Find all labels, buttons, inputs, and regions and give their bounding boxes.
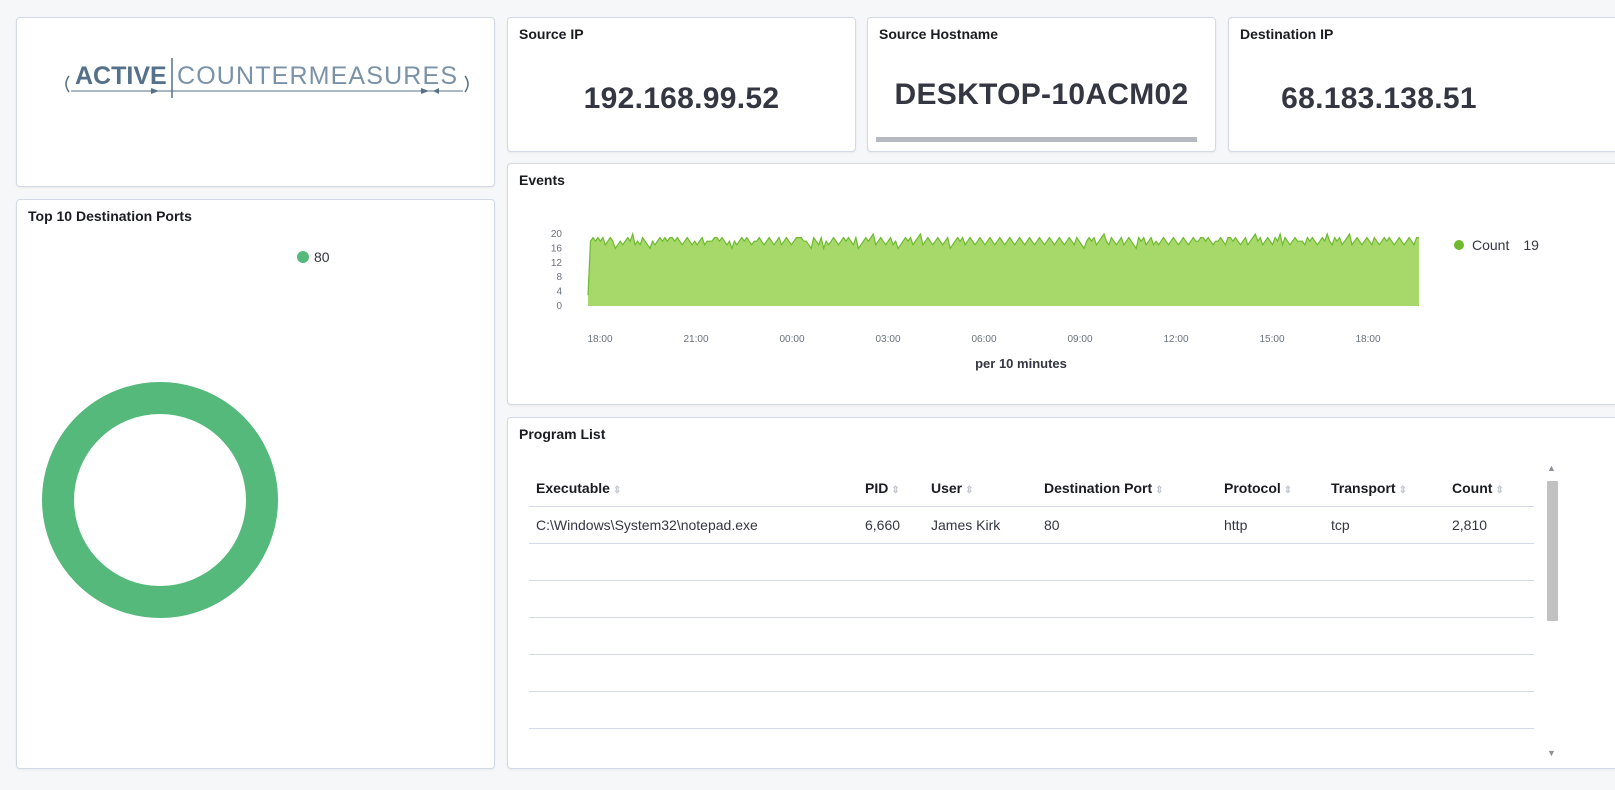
logo-light-text: COUNTERMEASURES (177, 62, 457, 90)
source-ip-value: 192.168.99.52 (583, 82, 780, 115)
events-legend-value: 19 (1523, 237, 1539, 253)
events-panel: Events 0 4 8 12 16 20 18:00 21:00 00:00 03:00 06:… (507, 163, 1615, 405)
x-tick-label: 09:00 (1067, 334, 1092, 345)
scrollbar-thumb[interactable] (1547, 481, 1558, 621)
table-row-empty (529, 654, 1534, 692)
table-header-row: Executable ⇕ PID ⇕ User ⇕ Destination Port ⇕… (529, 470, 1534, 507)
column-header-protocol[interactable]: Protocol ⇕ (1224, 470, 1331, 507)
sort-icon[interactable]: ⇕ (613, 485, 621, 496)
program-list-panel: Program List Executable ⇕ PID ⇕ User ⇕ Dest… (507, 417, 1615, 769)
column-header-destination-port[interactable]: Destination Port ⇕ (1044, 470, 1224, 507)
logo-bold-text: ACTIVE (75, 62, 167, 90)
table-scrollbar[interactable]: ▲ ▼ (1544, 463, 1560, 758)
logo-panel: ACTIVE COUNTERMEASURES (16, 17, 495, 187)
sort-icon[interactable]: ⇕ (1495, 485, 1503, 496)
table-row[interactable]: C:\Windows\System32\notepad.exe 6,660 Ja… (529, 506, 1534, 544)
y-tick-label: 20 (551, 229, 563, 240)
program-table: Executable ⇕ PID ⇕ User ⇕ Destination Port ⇕… (529, 470, 1534, 729)
source-hostname-label: Source Hostname (879, 26, 999, 42)
table-row-empty (529, 580, 1534, 618)
hostname-scrollbar[interactable] (876, 137, 1197, 142)
sort-icon[interactable]: ⇕ (1399, 485, 1407, 496)
cell-user: James Kirk (931, 506, 1044, 544)
sort-icon[interactable]: ⇕ (1284, 485, 1292, 496)
sort-icon[interactable]: ⇕ (1155, 485, 1163, 496)
y-tick-label: 16 (551, 243, 563, 254)
cell-protocol: http (1224, 506, 1331, 544)
y-tick-label: 0 (556, 301, 562, 312)
x-tick-label: 00:00 (779, 334, 804, 345)
cell-transport: tcp (1331, 506, 1452, 544)
source-ip-panel: Source IP 192.168.99.52 (507, 17, 856, 152)
ports-donut-chart (42, 382, 278, 618)
scroll-down-icon[interactable]: ▼ (1547, 748, 1556, 758)
sort-icon[interactable]: ⇕ (891, 485, 899, 496)
active-countermeasures-logo: ACTIVE COUNTERMEASURES (65, 58, 469, 98)
ports-title: Top 10 Destination Ports (28, 208, 192, 224)
column-header-transport[interactable]: Transport ⇕ (1331, 470, 1452, 507)
scroll-up-icon[interactable]: ▲ (1547, 463, 1556, 473)
x-tick-label: 12:00 (1163, 334, 1188, 345)
x-tick-label: 18:00 (1355, 334, 1380, 345)
column-header-count[interactable]: Count ⇕ (1452, 470, 1534, 507)
legend-dot-icon (297, 251, 309, 263)
events-legend-label: Count (1472, 237, 1510, 253)
sort-icon[interactable]: ⇕ (965, 485, 973, 496)
events-area (588, 234, 1419, 306)
events-chart: 0 4 8 12 16 20 18:00 21:00 00:00 03:00 06:00 09:00… (551, 229, 1419, 371)
table-row-empty (529, 691, 1534, 729)
ports-panel: Top 10 Destination Ports 80 (16, 199, 495, 769)
destination-ip-value: 68.183.138.51 (1281, 82, 1477, 115)
program-list-title: Program List (519, 426, 606, 442)
cell-executable: C:\Windows\System32\notepad.exe (529, 506, 865, 544)
legend-dot-icon (1454, 240, 1464, 250)
ports-legend-item[interactable]: 80 (297, 249, 330, 265)
destination-ip-panel: Destination IP 68.183.138.51 (1228, 17, 1615, 152)
column-header-user[interactable]: User ⇕ (931, 470, 1044, 507)
table-row-empty (529, 617, 1534, 655)
source-hostname-panel: Source Hostname DESKTOP-10ACM02 (867, 17, 1216, 152)
x-tick-label: 03:00 (875, 334, 900, 345)
y-tick-label: 8 (556, 272, 562, 283)
x-tick-label: 15:00 (1259, 334, 1284, 345)
events-xlabel: per 10 minutes (975, 356, 1067, 371)
x-tick-label: 21:00 (683, 334, 708, 345)
table-row-empty (529, 543, 1534, 581)
x-tick-label: 18:00 (587, 334, 612, 345)
donut-slice-80[interactable] (42, 382, 278, 618)
cell-destination-port: 80 (1044, 506, 1224, 544)
ports-legend-label: 80 (314, 249, 330, 265)
y-tick-label: 4 (556, 287, 562, 298)
source-ip-label: Source IP (519, 26, 584, 42)
column-header-executable[interactable]: Executable ⇕ (529, 470, 865, 507)
y-tick-label: 12 (551, 258, 563, 269)
cell-count: 2,810 (1452, 506, 1534, 544)
cell-pid: 6,660 (865, 506, 931, 544)
x-tick-label: 06:00 (971, 334, 996, 345)
column-header-pid[interactable]: PID ⇕ (865, 470, 931, 507)
source-hostname-value: DESKTOP-10ACM02 (894, 78, 1189, 111)
destination-ip-label: Destination IP (1240, 26, 1334, 42)
events-legend-item[interactable]: Count 19 (1454, 237, 1539, 253)
